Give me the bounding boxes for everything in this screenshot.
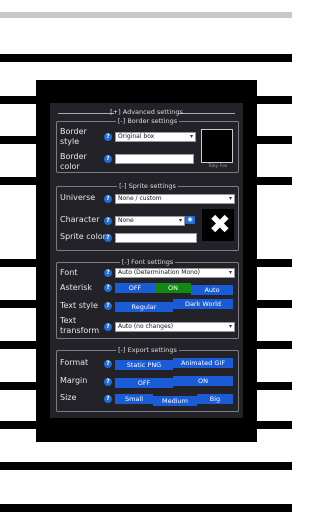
sprite-settings: [-] Sprite settings Universe ? None / cu… xyxy=(56,182,239,251)
help-icon[interactable]: ? xyxy=(104,234,112,242)
border-color-label: Border color xyxy=(60,152,87,171)
border-style-label: Border style xyxy=(60,127,87,146)
help-icon[interactable]: ? xyxy=(104,155,112,163)
settings-panel: [+] Advanced settings [-] Border setting… xyxy=(50,103,243,418)
help-icon[interactable]: ? xyxy=(104,217,112,225)
margin-off-button[interactable]: OFF xyxy=(115,378,173,388)
export-settings: [-] Export settings Format ? Static PNG … xyxy=(56,346,239,412)
font-settings-legend: [-] Font settings xyxy=(119,258,176,266)
help-icon[interactable]: ? xyxy=(104,302,112,310)
border-style-value: Original box xyxy=(118,133,155,140)
margin-on-button[interactable]: ON xyxy=(173,376,233,386)
export-settings-legend: [-] Export settings xyxy=(116,346,179,354)
asterisk-auto-button[interactable]: Auto xyxy=(191,285,233,295)
format-gif-button[interactable]: Animated GIF xyxy=(173,358,233,368)
help-icon[interactable]: ? xyxy=(104,284,112,292)
advanced-settings-title: [+] Advanced settings xyxy=(110,108,183,116)
border-settings: [-] Border settings Border style ? Origi… xyxy=(56,117,239,173)
help-icon[interactable]: ? xyxy=(104,323,112,331)
close-icon: ✖ xyxy=(209,210,231,240)
character-value: None xyxy=(118,217,134,224)
help-icon[interactable]: ? xyxy=(104,360,112,368)
help-icon[interactable]: ? xyxy=(104,133,112,141)
help-icon[interactable]: ? xyxy=(104,395,112,403)
help-icon[interactable]: ? xyxy=(104,378,112,386)
font-select[interactable]: Auto (Determination Mono) ▾ xyxy=(115,268,235,278)
margin-label: Margin xyxy=(60,376,88,385)
sprite-settings-legend: [-] Sprite settings xyxy=(117,182,178,190)
help-icon[interactable]: ? xyxy=(104,269,112,277)
text-transform-select[interactable]: Auto (no changes) ▾ xyxy=(115,322,235,332)
size-big-button[interactable]: Big xyxy=(197,394,233,404)
sprite-color-label: Sprite color xyxy=(60,232,106,241)
bg-stripe-1 xyxy=(0,12,292,18)
font-value: Auto (Determination Mono) xyxy=(118,269,200,276)
border-style-select[interactable]: Original box ▾ xyxy=(115,132,196,142)
universe-value: None / custom xyxy=(118,195,162,202)
border-preview-swatch xyxy=(201,129,233,163)
chevron-down-icon: ▾ xyxy=(228,195,232,202)
format-png-button[interactable]: Static PNG xyxy=(115,360,173,370)
size-label: Size xyxy=(60,393,77,402)
font-settings: [-] Font settings Font ? Auto (Determina… xyxy=(56,258,239,339)
universe-select[interactable]: None / custom ▾ xyxy=(115,194,235,204)
format-label: Format xyxy=(60,358,89,367)
font-label: Font xyxy=(60,268,78,277)
character-select[interactable]: None ▾ xyxy=(115,216,185,226)
size-small-button[interactable]: Small xyxy=(115,394,153,404)
text-transform-value: Auto (no changes) xyxy=(118,323,174,330)
text-style-darkworld-button[interactable]: Dark World xyxy=(173,299,233,309)
size-medium-button[interactable]: Medium xyxy=(153,396,197,406)
text-style-regular-button[interactable]: Regular xyxy=(115,302,173,312)
border-settings-legend: [-] Border settings xyxy=(115,117,180,125)
text-transform-label: Text transform xyxy=(60,316,100,335)
universe-label: Universe xyxy=(60,193,96,202)
border-color-input[interactable] xyxy=(115,154,194,164)
chevron-down-icon: ▾ xyxy=(189,133,193,140)
chevron-down-icon: ▾ xyxy=(228,269,232,276)
asterisk-on-button[interactable]: ON xyxy=(155,283,191,293)
bg-stripe-11 xyxy=(0,462,292,470)
bg-stripe-12 xyxy=(0,504,292,512)
asterisk-off-button[interactable]: OFF xyxy=(115,283,155,293)
chevron-down-icon: ▾ xyxy=(178,217,182,224)
asterisk-label: Asterisk xyxy=(60,283,93,292)
character-label: Character xyxy=(60,215,100,224)
sprite-color-input[interactable] xyxy=(115,233,197,243)
tobyfox-caption: Toby Fox xyxy=(208,164,228,169)
help-icon[interactable]: ? xyxy=(104,195,112,203)
bg-stripe-2 xyxy=(0,54,292,62)
text-style-label: Text style xyxy=(60,301,98,310)
eye-icon[interactable]: ◉ xyxy=(185,216,195,224)
chevron-down-icon: ▾ xyxy=(228,323,232,330)
